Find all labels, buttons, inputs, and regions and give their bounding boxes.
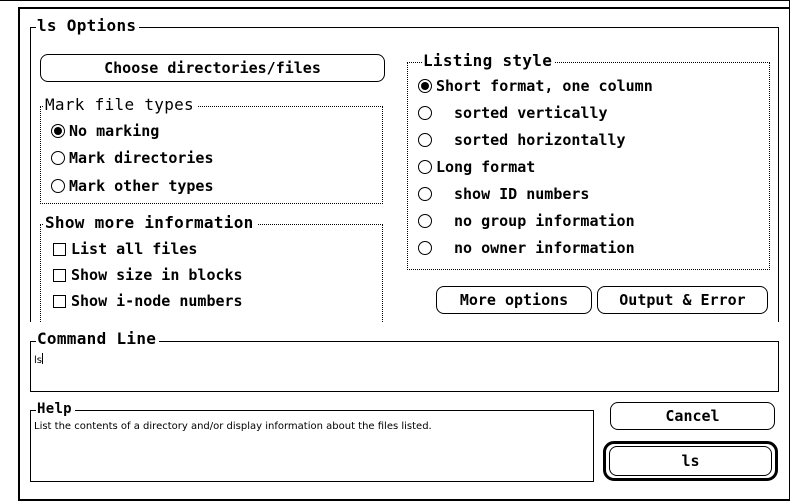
option-label: List all files [71,240,198,258]
more-options-button[interactable]: More options [436,286,592,314]
choose-directories-files-button[interactable]: Choose directories/files [40,54,385,82]
option-label: Short format, one column [436,77,653,95]
checkbox-icon [53,242,66,256]
checkbox-list-all-files[interactable]: List all files [53,240,197,258]
listing-style-title: Listing style [422,52,556,70]
option-label: Long format [436,158,536,176]
radio-sorted-vertically[interactable]: sorted vertically [418,104,608,122]
radio-mark-directories[interactable]: Mark directories [51,149,214,167]
option-label: no group information [454,212,635,230]
option-label: Show i-node numbers [71,292,243,310]
help-title: Help [36,400,75,418]
ls-run-button[interactable]: ls [609,446,772,476]
radio-unselected-icon [418,160,432,174]
option-label: No marking [69,122,160,140]
checkbox-icon [53,268,66,282]
radio-unselected-icon [418,241,432,255]
command-line-title: Command Line [36,330,160,348]
show-more-info-title: Show more information [44,214,257,232]
mark-file-types-title: Mark file types [44,96,197,114]
radio-unselected-icon [51,151,65,165]
radio-no-marking[interactable]: No marking [51,122,159,140]
cancel-button[interactable]: Cancel [610,402,775,430]
text-cursor [42,353,43,364]
command-line-text: ls [34,355,42,366]
option-label: Mark directories [69,149,214,167]
option-label: Show size in blocks [71,266,243,284]
radio-no-owner-info[interactable]: no owner information [418,239,635,257]
window-top-edge [0,0,790,1]
radio-unselected-icon [418,133,432,147]
checkbox-show-inode-numbers[interactable]: Show i-node numbers [53,292,243,310]
radio-no-group-info[interactable]: no group information [418,212,635,230]
output-error-button[interactable]: Output & Error [597,286,768,314]
option-label: sorted horizontally [454,131,626,149]
radio-show-id-numbers[interactable]: show ID numbers [418,185,589,203]
option-label: no owner information [454,239,635,257]
radio-selected-icon [418,79,432,93]
ls-options-title: ls Options [36,17,140,35]
radio-unselected-icon [418,214,432,228]
radio-short-format[interactable]: Short format, one column [418,77,653,95]
radio-sorted-horizontally[interactable]: sorted horizontally [418,131,626,149]
option-label: Mark other types [69,177,214,195]
radio-long-format[interactable]: Long format [418,158,535,176]
radio-selected-icon [51,124,65,138]
checkbox-icon [53,294,66,308]
radio-mark-other-types[interactable]: Mark other types [51,177,214,195]
option-label: sorted vertically [454,104,608,122]
checkbox-show-size-in-blocks[interactable]: Show size in blocks [53,266,243,284]
radio-unselected-icon [418,187,432,201]
help-text: List the contents of a directory and/or … [34,421,432,432]
radio-unselected-icon [418,106,432,120]
option-label: show ID numbers [454,185,590,203]
command-line-input[interactable]: ls [34,353,769,369]
radio-unselected-icon [51,179,65,193]
